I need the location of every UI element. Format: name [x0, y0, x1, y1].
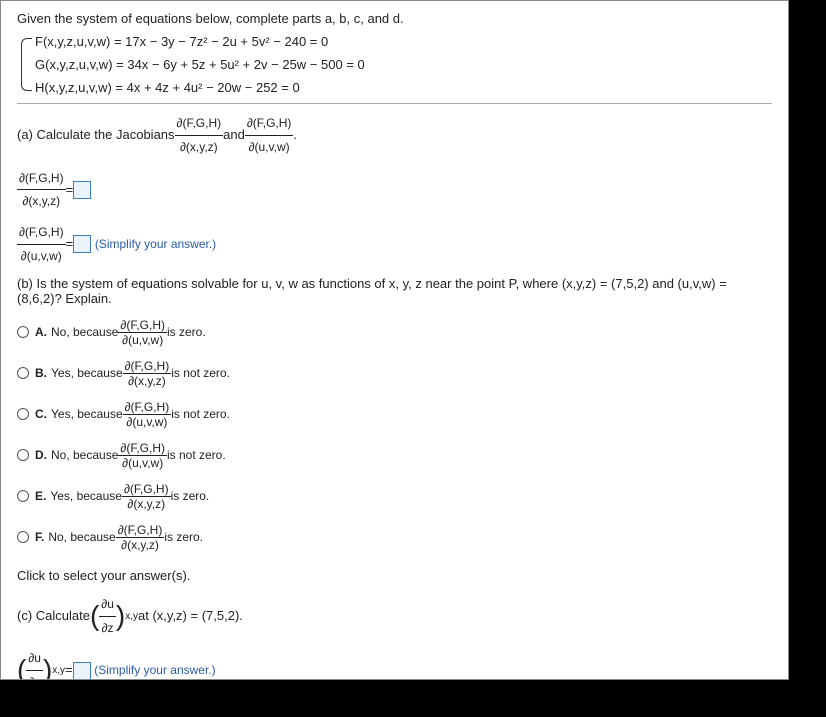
choice-A[interactable]: A.No, because ∂(F,G,H)∂(u,v,w) is zero. [17, 318, 557, 347]
part-a-answer-1: ∂(F,G,H) ∂(x,y,z) = [17, 167, 772, 214]
choice-C[interactable]: C.Yes, because ∂(F,G,H)∂(u,v,w) is not z… [17, 400, 557, 429]
part-b-prompt: (b) Is the system of equations solvable … [17, 276, 772, 306]
equation-system: F(x,y,z,u,v,w) = 17x − 3y − 7z² − 2u + 5… [17, 34, 772, 95]
radio-icon[interactable] [17, 408, 29, 420]
equation-f: F(x,y,z,u,v,w) = 17x − 3y − 7z² − 2u + 5… [35, 34, 772, 49]
part-a-prompt: (a) Calculate the Jacobians ∂(F,G,H) ∂(x… [17, 112, 772, 159]
choice-B[interactable]: B.Yes, because ∂(F,G,H)∂(x,y,z) is not z… [17, 359, 247, 388]
part-c-prompt: (c) Calculate ∂u ∂z x,y at (x,y,z) = (7,… [17, 593, 772, 640]
simplify-hint: (Simplify your answer.) [95, 233, 216, 256]
bottom-black-bar [0, 680, 826, 717]
part-a-answer-2: ∂(F,G,H) ∂(u,v,w) = (Simplify your answe… [17, 221, 772, 268]
radio-icon[interactable] [17, 326, 29, 338]
choice-F[interactable]: F.No, because ∂(F,G,H)∂(x,y,z) is zero. [17, 523, 247, 552]
choice-D[interactable]: D.No, because ∂(F,G,H)∂(u,v,w) is not ze… [17, 441, 247, 470]
partial-du-dz: ∂u ∂z [90, 593, 125, 640]
radio-icon[interactable] [17, 449, 29, 461]
click-prompt: Click to select your answer(s). [17, 568, 772, 583]
choice-E[interactable]: E.Yes, because ∂(F,G,H)∂(x,y,z) is zero. [17, 482, 557, 511]
part-c-answer: ∂u ∂z x,y = (Simplify your answer.) [17, 647, 772, 680]
du-dz-input[interactable] [73, 662, 91, 680]
jacobian-xyz-input[interactable] [73, 181, 91, 199]
simplify-hint-c: (Simplify your answer.) [94, 659, 215, 680]
jacobian-uvw: ∂(F,G,H) ∂(u,v,w) [245, 112, 294, 159]
equation-h: H(x,y,z,u,v,w) = 4x + 4z + 4u² − 20w − 2… [35, 80, 772, 95]
radio-icon[interactable] [17, 490, 29, 502]
part-a-text: (a) Calculate the Jacobians [17, 123, 175, 148]
jacobian-uvw-input[interactable] [73, 235, 91, 253]
divider [17, 103, 772, 104]
radio-icon[interactable] [17, 367, 29, 379]
radio-icon[interactable] [17, 531, 29, 543]
jacobian-xyz: ∂(F,G,H) ∂(x,y,z) [175, 112, 224, 159]
equation-g: G(x,y,z,u,v,w) = 34x − 6y + 5z + 5u² + 2… [35, 57, 772, 72]
intro-text: Given the system of equations below, com… [17, 11, 772, 26]
part-b-choices: A.No, because ∂(F,G,H)∂(u,v,w) is zero. B… [17, 312, 772, 558]
